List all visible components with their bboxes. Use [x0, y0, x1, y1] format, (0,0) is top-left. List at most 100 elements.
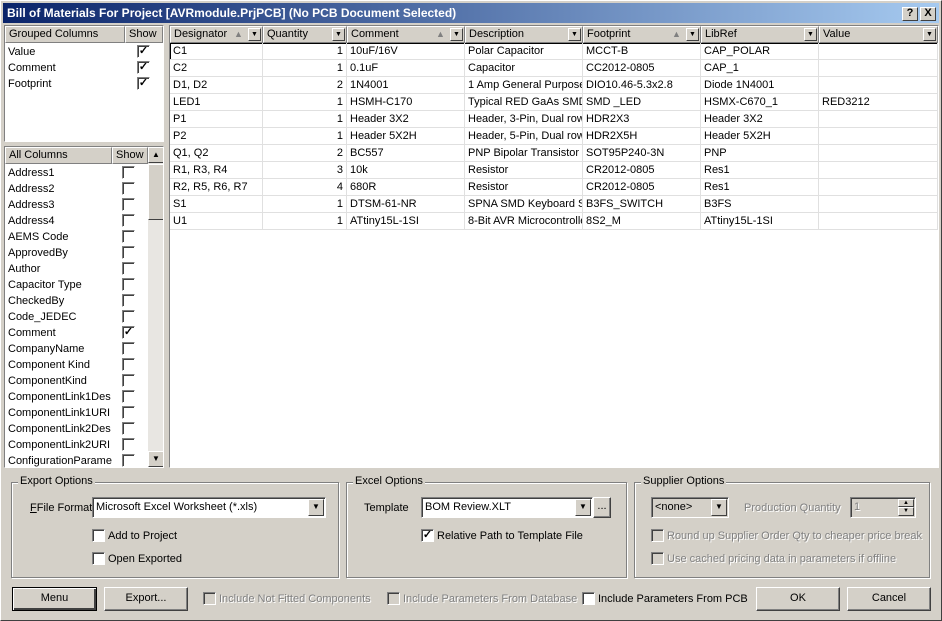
column-item-label[interactable]: Address3 — [8, 198, 120, 212]
grouped-item-label[interactable]: Comment — [8, 61, 56, 75]
help-button[interactable]: ? — [902, 7, 918, 21]
column-item-checkbox[interactable] — [122, 390, 135, 403]
use-cached-checkbox[interactable] — [651, 552, 664, 565]
column-item-checkbox[interactable] — [122, 342, 135, 355]
filter-dropdown-icon[interactable]: ▼ — [686, 28, 699, 41]
ok-button[interactable]: OK — [756, 587, 840, 611]
grid-column-header[interactable]: Comment ▼ ▲ — [347, 26, 465, 43]
table-row[interactable]: D1, D2 2 1N4001 1 Amp General Purpose DIO10.… — [170, 77, 938, 94]
column-item-label[interactable]: CheckedBy — [8, 294, 120, 308]
grid-column-header[interactable]: Description ▼ — [465, 26, 583, 43]
include-pcb-checkbox[interactable] — [582, 592, 595, 605]
column-item-label[interactable]: CompanyName — [8, 342, 120, 356]
scroll-up-icon[interactable]: ▲ — [148, 147, 163, 163]
table-row[interactable]: R2, R5, R6, R7 4 680R Resistor CR2012-0805 Re… — [170, 179, 938, 196]
round-up-checkbox[interactable] — [651, 529, 664, 542]
grouped-item-label[interactable]: Value — [8, 45, 35, 59]
table-row[interactable]: C2 1 0.1uF Capacitor CC2012-0805 CAP_1 — [170, 60, 938, 77]
column-item-checkbox[interactable] — [122, 214, 135, 227]
grouped-item-checkbox[interactable]: ✓ — [137, 45, 150, 58]
filter-dropdown-icon[interactable]: ▼ — [568, 28, 581, 41]
include-not-fitted-checkbox[interactable] — [203, 592, 216, 605]
grouped-item-checkbox[interactable]: ✓ — [137, 77, 150, 90]
column-item-checkbox[interactable] — [122, 310, 135, 323]
table-row[interactable]: U1 1 ATtiny15L-1SI 8-Bit AVR Microcontrolle… — [170, 213, 938, 230]
column-item-checkbox[interactable] — [122, 166, 135, 179]
column-item-checkbox[interactable]: ✓ — [122, 326, 135, 339]
column-item-checkbox[interactable] — [122, 438, 135, 451]
column-item-label[interactable]: Address4 — [8, 214, 120, 228]
column-item-checkbox[interactable] — [122, 358, 135, 371]
column-item-label[interactable]: AEMS Code — [8, 230, 120, 244]
all-columns-header[interactable]: All Columns — [5, 147, 112, 164]
column-item-checkbox[interactable] — [122, 294, 135, 307]
table-row[interactable]: Q1, Q2 2 BC557 PNP Bipolar Transistor SOT95P… — [170, 145, 938, 162]
relative-path-checkbox[interactable]: ✓ — [421, 529, 434, 542]
table-row[interactable]: P1 1 Header 3X2 Header, 3-Pin, Dual row HDR2… — [170, 111, 938, 128]
table-row[interactable]: P2 1 Header 5X2H Header, 5-Pin, Dual row HDR… — [170, 128, 938, 145]
column-item-checkbox[interactable] — [122, 422, 135, 435]
column-item-label[interactable]: ComponentLink1URI — [8, 406, 120, 420]
scroll-thumb[interactable] — [148, 164, 163, 220]
column-item-label[interactable]: Capacitor Type — [8, 278, 120, 292]
column-item-checkbox[interactable] — [122, 230, 135, 243]
spin-down-icon[interactable]: ▼ — [898, 507, 914, 516]
filter-dropdown-icon[interactable]: ▼ — [248, 28, 261, 41]
file-format-select[interactable]: Microsoft Excel Worksheet (*.xls) ▼ — [92, 497, 326, 518]
grouped-item-checkbox[interactable]: ✓ — [137, 61, 150, 74]
column-item-label[interactable]: Address2 — [8, 182, 120, 196]
column-item-checkbox[interactable] — [122, 278, 135, 291]
all-columns-scrollbar[interactable]: ▲ ▼ — [148, 147, 163, 467]
column-item-label[interactable]: ApprovedBy — [8, 246, 120, 260]
grouped-item-label[interactable]: Footprint — [8, 77, 51, 91]
table-row[interactable]: C1 1 10uF/16V Polar Capacitor MCCT-B CAP_POLA… — [170, 43, 938, 60]
export-button[interactable]: Export... — [104, 587, 188, 611]
grid-column-header[interactable]: LibRef ▼ — [701, 26, 819, 43]
column-item-label[interactable]: ComponentKind — [8, 374, 120, 388]
filter-dropdown-icon[interactable]: ▼ — [450, 28, 463, 41]
filter-dropdown-icon[interactable]: ▼ — [923, 28, 936, 41]
column-item-checkbox[interactable] — [122, 406, 135, 419]
grouped-columns-header[interactable]: Grouped Columns — [5, 26, 125, 43]
filter-dropdown-icon[interactable]: ▼ — [332, 28, 345, 41]
spin-up-icon[interactable]: ▲ — [898, 499, 914, 507]
template-select[interactable]: BOM Review.XLT ▼ — [421, 497, 593, 518]
column-item-label[interactable]: Code_JEDEC — [8, 310, 120, 324]
browse-template-button[interactable]: ... — [593, 497, 611, 518]
grid-column-header[interactable]: Footprint ▼ ▲ — [583, 26, 701, 43]
column-item-label[interactable]: ComponentLink2URI — [8, 438, 120, 452]
column-item-checkbox[interactable] — [122, 198, 135, 211]
column-item-label[interactable]: ComponentLink2Des — [8, 422, 120, 436]
column-item-checkbox[interactable] — [122, 374, 135, 387]
menu-button[interactable]: Menu — [12, 587, 97, 611]
column-item-label[interactable]: ConfigurationParame — [8, 454, 120, 467]
cancel-button[interactable]: Cancel — [847, 587, 931, 611]
column-item-label[interactable]: ComponentLink1Des — [8, 390, 120, 404]
column-item-label[interactable]: Address1 — [8, 166, 120, 180]
column-item-label[interactable]: Author — [8, 262, 120, 276]
add-to-project-checkbox[interactable] — [92, 529, 105, 542]
column-item-checkbox[interactable] — [122, 246, 135, 259]
column-item-checkbox[interactable] — [122, 262, 135, 275]
chevron-down-icon[interactable]: ▼ — [308, 499, 324, 516]
grid-column-header[interactable]: Value ▼ — [819, 26, 938, 43]
column-item-label[interactable]: Component Kind — [8, 358, 120, 372]
column-item-checkbox[interactable] — [122, 454, 135, 467]
column-item-checkbox[interactable] — [122, 182, 135, 195]
all-show-header[interactable]: Show — [112, 147, 148, 164]
table-row[interactable]: LED1 1 HSMH-C170 Typical RED GaAs SMD SMD _L… — [170, 94, 938, 111]
scroll-down-icon[interactable]: ▼ — [148, 451, 163, 467]
table-row[interactable]: S1 1 DTSM-61-NR SPNA SMD Keyboard S B3FS_SWI… — [170, 196, 938, 213]
grid-column-header[interactable]: Designator ▼ ▲ — [170, 26, 263, 43]
chevron-down-icon[interactable]: ▼ — [575, 499, 591, 516]
filter-dropdown-icon[interactable]: ▼ — [804, 28, 817, 41]
grouped-show-header[interactable]: Show — [125, 26, 163, 43]
grid-column-header[interactable]: Quantity ▼ — [263, 26, 347, 43]
include-db-checkbox[interactable] — [387, 592, 400, 605]
column-item-label[interactable]: Comment — [8, 326, 120, 340]
close-button[interactable]: X — [920, 7, 936, 21]
production-quantity-input[interactable]: 1 ▲ ▼ — [850, 497, 916, 518]
chevron-down-icon[interactable]: ▼ — [711, 499, 727, 516]
open-exported-checkbox[interactable] — [92, 552, 105, 565]
table-row[interactable]: R1, R3, R4 3 10k Resistor CR2012-0805 Res1 — [170, 162, 938, 179]
